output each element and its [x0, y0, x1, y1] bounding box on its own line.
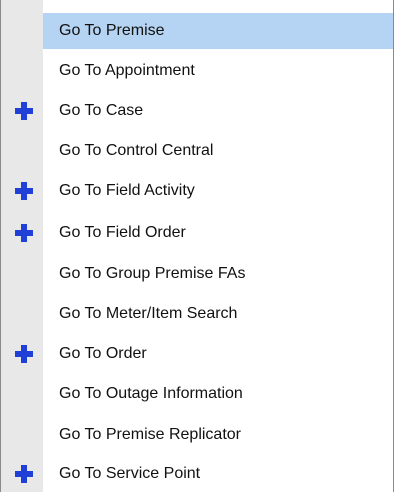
menu-item-label: Go To Field Order: [59, 224, 186, 241]
menu-item-go-to-order[interactable]: Go To Order: [1, 335, 393, 373]
menu-item-go-to-case[interactable]: Go To Case: [1, 92, 393, 130]
menu-item-label: Go To Appointment: [59, 62, 195, 79]
menu-item-label: Go To Group Premise FAs: [59, 265, 246, 282]
menu-item-go-to-group-premise-fas[interactable]: Go To Group Premise FAs: [1, 255, 393, 293]
menu-item-label: Go To Outage Information: [59, 385, 243, 402]
menu-item-label: Go To Premise Replicator: [59, 426, 241, 443]
menu-item-go-to-control-central[interactable]: Go To Control Central: [1, 132, 393, 170]
menu-item-label: Go To Service Point: [59, 465, 201, 482]
plus-icon: [13, 222, 35, 244]
menu-item-go-to-appointment[interactable]: Go To Appointment: [1, 52, 393, 90]
menu-item-go-to-field-order[interactable]: Go To Field Order: [1, 214, 393, 252]
menu-item-label: Go To Control Central: [59, 142, 214, 159]
menu-item-label: Go To Meter/Item Search: [59, 305, 238, 322]
context-menu: Go To Premise Go To Appointment Go To Ca…: [0, 0, 394, 492]
menu-item-label: Go To Field Activity: [59, 182, 195, 199]
menu-item-label: Go To Order: [59, 345, 147, 362]
plus-icon: [13, 463, 35, 485]
menu-item-label: Go To Case: [59, 102, 144, 119]
plus-icon: [13, 180, 35, 202]
menu-item-go-to-field-activity[interactable]: Go To Field Activity: [1, 172, 393, 210]
menu-item-go-to-meter-item-search[interactable]: Go To Meter/Item Search: [1, 295, 393, 333]
menu-item-go-to-outage-information[interactable]: Go To Outage Information: [1, 375, 393, 413]
plus-icon: [13, 343, 35, 365]
menu-item-label: Go To Premise: [59, 22, 165, 39]
menu-item-go-to-premise[interactable]: Go To Premise: [1, 12, 393, 50]
menu-item-go-to-premise-replicator[interactable]: Go To Premise Replicator: [1, 416, 393, 454]
menu-item-go-to-service-point[interactable]: Go To Service Point: [1, 455, 393, 493]
plus-icon: [13, 100, 35, 122]
